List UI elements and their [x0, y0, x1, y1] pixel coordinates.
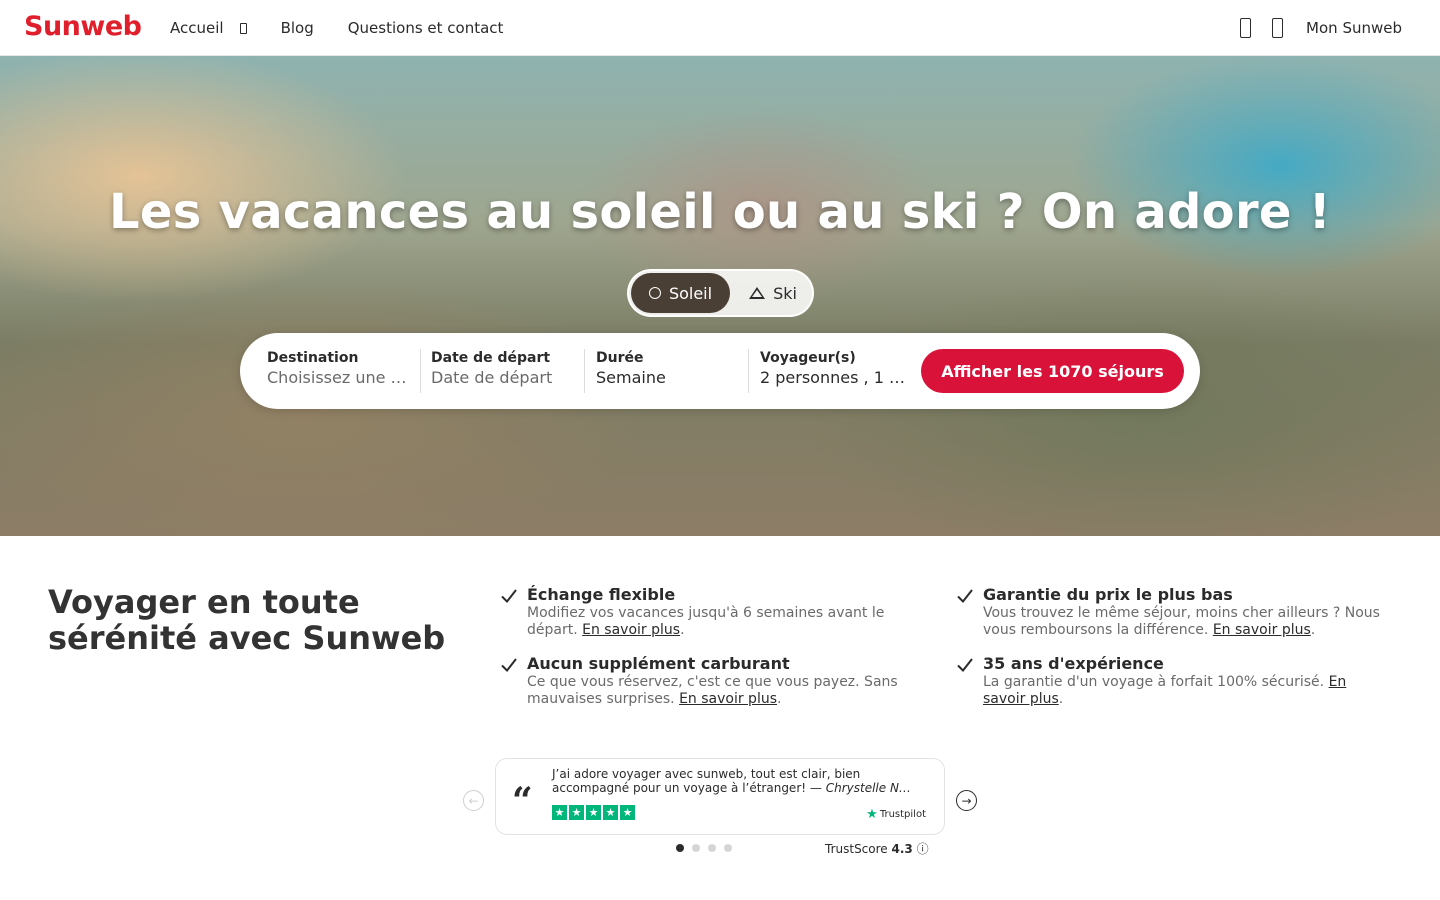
star-icon: ★: [586, 805, 601, 820]
favorites-icon[interactable]: [1240, 18, 1252, 38]
carousel-dots: [676, 844, 732, 852]
holiday-type-toggle: Soleil Ski: [627, 269, 814, 317]
serenity-title: Voyager en toute sérénité avec Sunweb: [48, 583, 446, 657]
nav-item-contact[interactable]: Questions et contact: [348, 19, 504, 37]
travellers-label: Voyageur(s): [760, 350, 856, 366]
info-icon[interactable]: ⓘ: [917, 842, 929, 856]
feature-description: La garantie d'un voyage à forfait 100% s…: [983, 674, 1347, 707]
feature-description: Ce que vous réservez, c'est ce que vous …: [527, 674, 898, 707]
review-text: J’ai adore voyager avec sunweb, tout est…: [552, 767, 922, 795]
next-review-button[interactable]: →: [956, 790, 977, 811]
show-trips-button[interactable]: Afficher les 1070 séjours: [921, 349, 1184, 393]
carousel-dot[interactable]: [708, 844, 716, 852]
star-icon: ★: [620, 805, 635, 820]
arrow-left-icon: ←: [468, 793, 479, 808]
check-icon: [957, 589, 973, 604]
departure-date-value: Date de départ: [431, 368, 553, 387]
arrow-right-icon: →: [961, 793, 972, 808]
feature-title: Garantie du prix le plus bas: [983, 585, 1233, 604]
review-dash: —: [809, 781, 822, 795]
previous-review-button[interactable]: ←: [463, 790, 484, 811]
duration-value: Semaine: [596, 368, 666, 387]
departure-date-label: Date de départ: [431, 350, 551, 366]
trustscore-label: TrustScore: [825, 842, 888, 856]
sunweb-logo[interactable]: Sunweb: [24, 11, 142, 42]
review-card: “ J’ai adore voyager avec sunweb, tout e…: [495, 758, 945, 835]
my-sunweb-link[interactable]: Mon Sunweb: [1306, 19, 1402, 37]
carousel-dot[interactable]: [676, 844, 684, 852]
destination-label: Destination: [267, 350, 359, 366]
feature-description: Modifiez vos vacances jusqu'à 6 semaines…: [527, 605, 885, 638]
mountain-icon: [749, 287, 766, 299]
field-divider: [748, 349, 749, 393]
toggle-sun-option[interactable]: Soleil: [631, 273, 730, 313]
hero-banner: Les vacances au soleil ou au ski ? On ad…: [0, 56, 1440, 536]
check-icon: [501, 658, 517, 673]
field-divider: [420, 349, 421, 393]
feature-description: Vous trouvez le même séjour, moins cher …: [983, 605, 1380, 638]
destination-value: Choisissez une destination: [267, 368, 409, 387]
duration-label: Durée: [596, 350, 644, 366]
review-author: Chrystelle N…: [825, 781, 911, 795]
feature-desc-text: La garantie d'un voyage à forfait 100% s…: [983, 674, 1325, 690]
toggle-ski-label: Ski: [773, 283, 797, 303]
main-nav: Accueil Blog Questions et contact: [170, 0, 503, 56]
carousel-dot[interactable]: [692, 844, 700, 852]
nav-item-home-label: Accueil: [170, 19, 224, 37]
destination-field[interactable]: Destination Choisissez une destination: [267, 350, 409, 394]
carousel-dot[interactable]: [724, 844, 732, 852]
star-icon: ★: [603, 805, 618, 820]
feature-title: Échange flexible: [527, 585, 676, 604]
check-icon: [957, 658, 973, 673]
nav-item-home[interactable]: Accueil: [170, 19, 247, 37]
header-actions: Mon Sunweb: [1240, 0, 1402, 56]
hero-title: Les vacances au soleil ou au ski ? On ad…: [109, 184, 1331, 240]
feature-desc-text: Modifiez vos vacances jusqu'à 6 semaines…: [527, 605, 885, 638]
learn-more-link[interactable]: En savoir plus: [1213, 622, 1311, 638]
travellers-value: 2 personnes , 1 chambre: [760, 368, 907, 387]
travellers-field[interactable]: Voyageur(s) 2 personnes , 1 chambre: [760, 350, 907, 394]
quote-icon: “: [512, 780, 533, 822]
nav-item-blog[interactable]: Blog: [281, 19, 314, 37]
star-icon: ★: [552, 805, 567, 820]
feature-desc-text: Vous trouvez le même séjour, moins cher …: [983, 605, 1380, 638]
field-divider: [584, 349, 585, 393]
learn-more-link[interactable]: En savoir plus: [679, 691, 777, 707]
trustpilot-logo: ★ Trustpilot: [866, 807, 926, 822]
chevron-down-icon: [239, 22, 247, 34]
trustscore-value: 4.3: [891, 842, 913, 856]
duration-field[interactable]: Durée Semaine: [596, 350, 738, 394]
feature-title: Aucun supplément carburant: [527, 654, 790, 673]
learn-more-link[interactable]: En savoir plus: [582, 622, 680, 638]
account-icon[interactable]: [1272, 18, 1284, 38]
toggle-sun-label: Soleil: [668, 283, 713, 303]
trustpilot-label: Trustpilot: [879, 809, 926, 820]
trustscore: TrustScore 4.3 ⓘ: [825, 840, 929, 857]
star-icon: ★: [569, 805, 584, 820]
check-icon: [501, 589, 517, 604]
rating-stars: ★ ★ ★ ★ ★: [552, 805, 635, 820]
departure-date-field[interactable]: Date de départ Date de départ: [431, 350, 573, 394]
trustpilot-star-icon: ★: [866, 807, 878, 822]
sun-icon: [648, 287, 661, 299]
toggle-ski-option[interactable]: Ski: [737, 273, 809, 313]
search-bar: Destination Choisissez une destination D…: [240, 333, 1200, 409]
site-header: Sunweb Accueil Blog Questions et contact…: [0, 0, 1440, 56]
feature-title: 35 ans d'expérience: [983, 654, 1164, 673]
